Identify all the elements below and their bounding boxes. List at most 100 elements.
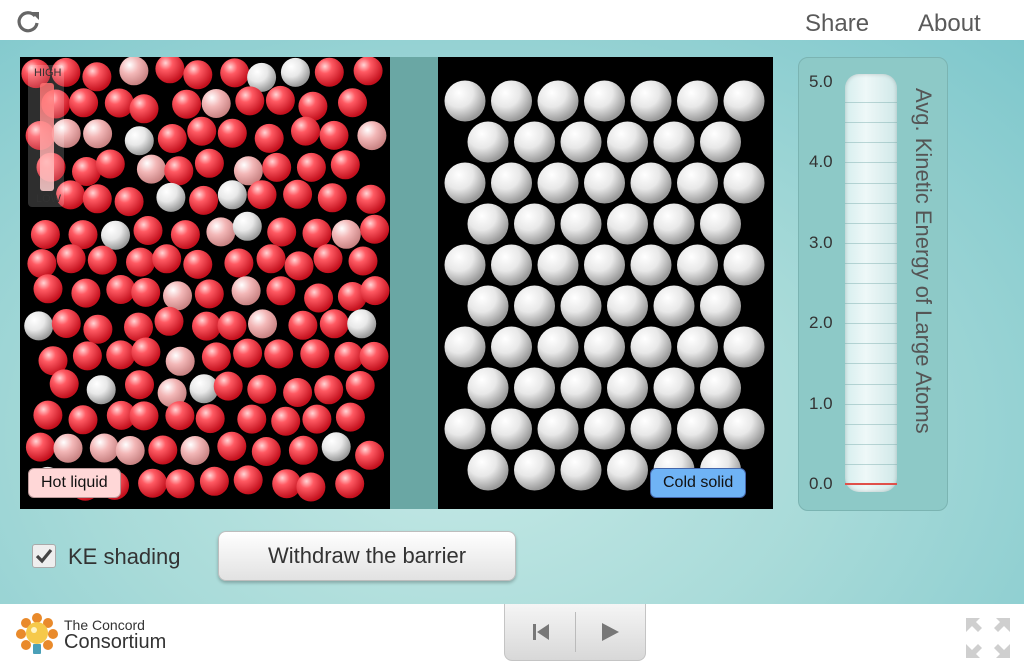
ke-shading-checkbox[interactable] <box>32 544 56 568</box>
meter-tick-label: 1.0 <box>809 393 833 413</box>
withdraw-barrier-button[interactable]: Withdraw the barrier <box>218 531 516 581</box>
meter-gridline <box>845 122 897 124</box>
hot-atom <box>288 310 318 340</box>
logo-text[interactable]: The Concord Consortium <box>64 618 166 652</box>
hot-atom <box>357 121 387 151</box>
hot-atom <box>304 283 334 313</box>
hot-atom <box>136 154 166 184</box>
cold-atom <box>630 80 672 122</box>
hot-atom <box>321 432 351 462</box>
cold-atom <box>607 367 648 409</box>
hot-atom <box>224 248 254 278</box>
play-button[interactable] <box>575 604 645 660</box>
hot-atom <box>126 247 155 277</box>
hot-atom <box>264 339 294 369</box>
meter-gridline <box>845 202 897 204</box>
kinetic-energy-meter: 5.0 4.0 3.0 2.0 1.0 0.0 Avg. Kinetic Energy o… <box>798 57 948 511</box>
hot-atom <box>232 211 262 241</box>
hot-atom <box>129 94 159 124</box>
logo-icon[interactable] <box>14 612 60 662</box>
cold-atom <box>677 244 718 286</box>
share-link[interactable]: Share <box>805 10 869 38</box>
cold-atom <box>560 203 602 245</box>
hot-atom <box>345 371 375 400</box>
molecular-view[interactable]: HIGH LOW Hot liquid Cold solid <box>20 57 773 509</box>
cold-atom <box>630 162 672 204</box>
reload-icon[interactable] <box>14 8 42 36</box>
atoms-canvas <box>21 57 765 509</box>
hot-atom <box>89 433 119 463</box>
step-back-icon <box>533 624 549 640</box>
meter-gridline <box>845 463 897 465</box>
cold-atom <box>560 121 602 163</box>
hot-atom <box>319 309 349 339</box>
hot-atom <box>129 401 159 431</box>
hot-atom <box>172 89 202 119</box>
hot-atom <box>217 118 247 148</box>
hot-atom <box>334 341 364 371</box>
footer: The Concord Consortium <box>0 604 1024 670</box>
meter-tick-label: 5.0 <box>809 72 833 91</box>
cold-atom <box>653 285 695 327</box>
hot-atom <box>283 179 313 209</box>
hot-atom <box>69 88 99 118</box>
hot-atom <box>104 88 134 118</box>
cold-atom <box>444 162 486 204</box>
cold-atom <box>607 285 648 327</box>
meter-gridline <box>845 162 897 164</box>
hot-atom <box>87 245 117 275</box>
hot-atom <box>72 341 102 371</box>
meter-gridline <box>845 142 897 144</box>
logo-line-1: The Concord <box>64 617 145 633</box>
meter-gridline <box>845 303 897 305</box>
hot-atom <box>152 244 182 274</box>
cold-atom <box>677 326 718 368</box>
hot-atom <box>183 60 213 90</box>
meter-gridline <box>845 242 897 244</box>
cold-atom <box>514 449 555 491</box>
hot-atom <box>53 433 83 463</box>
step-back-button[interactable] <box>505 604 575 660</box>
cold-atom <box>444 408 486 450</box>
hot-atom <box>180 436 210 465</box>
hot-atom <box>165 401 195 431</box>
hot-atom <box>284 251 314 281</box>
hot-atom <box>231 276 261 306</box>
hot-atom <box>248 309 277 339</box>
hot-atom <box>189 185 219 215</box>
about-link[interactable]: About <box>918 10 981 38</box>
hot-atom <box>213 371 243 401</box>
hot-atom <box>33 400 63 430</box>
cold-atom <box>467 285 509 327</box>
hot-atom <box>187 116 217 146</box>
hot-atom <box>300 339 330 369</box>
hot-atom <box>199 466 229 496</box>
cold-atom <box>677 408 718 450</box>
hot-liquid-atoms <box>21 57 390 502</box>
cold-atom <box>700 285 741 327</box>
fullscreen-icon[interactable] <box>964 616 1012 660</box>
hot-atom <box>170 220 200 250</box>
cold-atom <box>537 408 579 450</box>
cold-atom <box>700 121 741 163</box>
hot-atom <box>164 156 194 186</box>
cold-atom <box>584 244 625 286</box>
hot-atom <box>56 244 86 274</box>
hot-atom <box>133 216 163 245</box>
meter-gridline <box>845 222 897 224</box>
hot-atom <box>183 249 213 279</box>
cold-atom <box>467 449 509 491</box>
meter-tube <box>845 74 897 492</box>
cold-solid-atoms <box>444 80 765 491</box>
hot-atom <box>247 180 277 210</box>
hot-atom <box>138 468 168 498</box>
hot-atom <box>291 116 320 146</box>
hot-atom <box>348 246 378 276</box>
hot-atom <box>83 119 113 149</box>
hot-atom <box>331 219 361 249</box>
cold-atom <box>491 80 532 122</box>
cold-atom <box>584 80 625 122</box>
meter-gridline <box>845 363 897 365</box>
cold-atom <box>444 244 486 286</box>
cold-atom <box>607 121 648 163</box>
